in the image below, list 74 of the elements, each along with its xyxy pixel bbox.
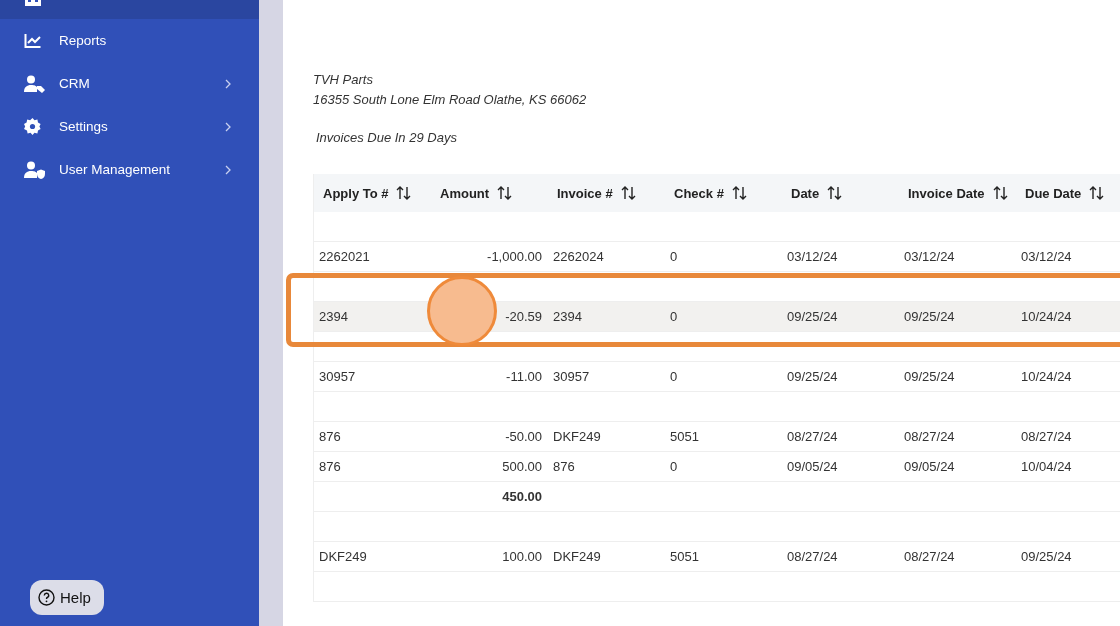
sort-icon[interactable] [1089, 186, 1106, 200]
table-cell-text: 0 [669, 369, 678, 384]
table-cell-text: -11.00 [506, 369, 543, 384]
table-cell-text: 09/25/24 [786, 309, 838, 324]
table-cell-text: 876 [318, 459, 341, 474]
table-cell-text: DKF249 [318, 549, 367, 564]
sort-icon[interactable] [497, 186, 514, 200]
help-button[interactable]: Help [30, 580, 104, 615]
table-cell-text: 09/05/24 [786, 459, 838, 474]
table-cell-text: 876 [552, 459, 575, 474]
table-cell-text: 100.00 [502, 549, 543, 564]
user-shield-icon [24, 160, 45, 179]
table-cell-text: 03/12/24 [903, 249, 955, 264]
table-cell-text: -20.59 [505, 309, 543, 324]
table-cell-text: 30957 [318, 369, 356, 384]
table-cell-text: 08/27/24 [1020, 429, 1072, 444]
table-cell-text: 08/27/24 [786, 549, 838, 564]
column-header[interactable]: Due Date [1025, 185, 1082, 201]
column-header[interactable]: Check # [674, 185, 724, 201]
table-cell-text: 10/24/24 [1020, 369, 1072, 384]
table-cell-text: 08/27/24 [903, 549, 955, 564]
table-cell-text: 0 [669, 309, 678, 324]
sidebar-item[interactable]: CRM [0, 62, 259, 105]
sidebar-item-label: CRM [59, 76, 91, 91]
company-address: 16355 South Lone Elm Road Olathe, KS 66062 [313, 91, 587, 109]
column-header[interactable]: Apply To # [323, 185, 389, 201]
help-icon [38, 589, 55, 606]
table-cell-text: 09/25/24 [786, 369, 838, 384]
table-cell-text: 876 [318, 429, 341, 444]
sidebar-item[interactable]: Settings [0, 105, 259, 148]
sidebar-item[interactable]: User Management [0, 148, 259, 191]
table-cell-text: -1,000.00 [487, 249, 543, 264]
table-cell-text: 09/25/24 [1020, 549, 1072, 564]
table-cell-text: 2262024 [552, 249, 604, 264]
table-cell-text: 08/27/24 [903, 429, 955, 444]
table-cell-text: DKF249 [552, 429, 601, 444]
table-cell-text: DKF249 [552, 549, 601, 564]
sidebar-item-label: Settings [59, 119, 109, 134]
sort-icon[interactable] [827, 186, 844, 200]
table-cell-text: 10/04/24 [1020, 459, 1072, 474]
table-cell-text: 03/12/24 [786, 249, 838, 264]
table-cell-text: 2394 [552, 309, 582, 324]
total-amount: 450.00 [502, 489, 543, 504]
table-cell-text: 09/25/24 [903, 309, 955, 324]
sort-icon[interactable] [731, 186, 748, 200]
table-cell-text: 0 [669, 249, 678, 264]
sort-icon[interactable] [992, 186, 1009, 200]
table-cell-text: 03/12/24 [1020, 249, 1072, 264]
table-cell-text: 09/25/24 [903, 369, 955, 384]
table-cell-text: 09/05/24 [903, 459, 955, 474]
column-header[interactable]: Invoice Date [908, 185, 985, 201]
user-tag-icon [24, 74, 45, 93]
table-cell-text: 10/24/24 [1020, 309, 1072, 324]
sort-icon[interactable] [620, 186, 637, 200]
table-cell-text: 2394 [318, 309, 348, 324]
table-cell-text: 5051 [669, 549, 699, 564]
report-subtitle: Invoices Due In 29 Days [316, 129, 457, 147]
sidebar-item-label: User Management [59, 162, 172, 177]
table-cell-text: 08/27/24 [786, 429, 838, 444]
chart-icon [24, 32, 42, 49]
sort-icon[interactable] [396, 186, 413, 200]
column-header[interactable]: Amount [440, 185, 490, 201]
table-cell-text: 5051 [669, 429, 699, 444]
sidebar-item[interactable]: Reports [0, 19, 259, 62]
company-name: TVH Parts [313, 71, 373, 89]
column-header[interactable]: Date [791, 185, 820, 201]
table-cell-text: 2262021 [318, 249, 370, 264]
table-cell-text: 30957 [552, 369, 590, 384]
table-cell-text: -50.00 [505, 429, 543, 444]
table-cell-text: 0 [669, 459, 678, 474]
column-header[interactable]: Invoice # [557, 185, 613, 201]
settings-icon [24, 118, 41, 135]
table-cell-text: 500.00 [502, 459, 543, 474]
sidebar-item-label: Reports [59, 33, 108, 48]
